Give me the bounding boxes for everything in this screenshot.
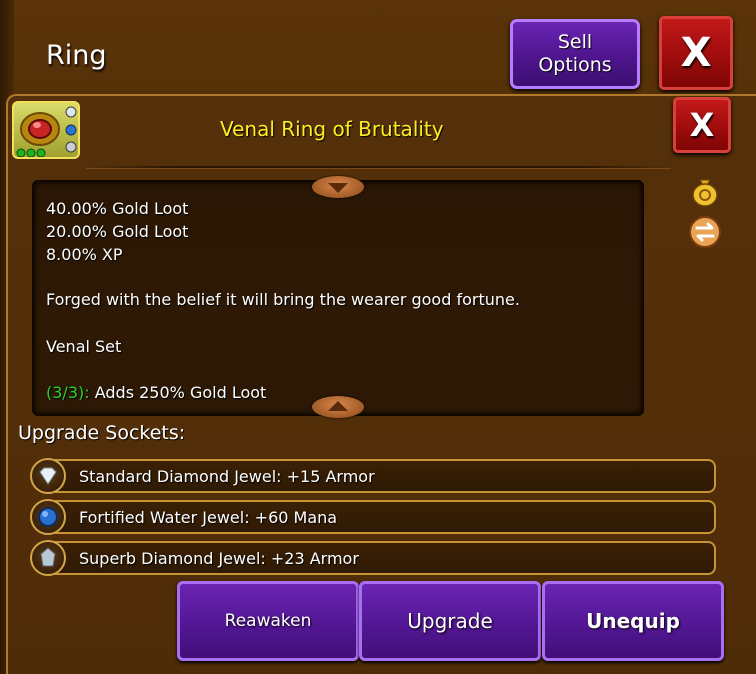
gold-bag-icon bbox=[692, 179, 718, 207]
close-icon: X bbox=[680, 30, 712, 76]
socket-label: Superb Diamond Jewel: +23 Armor bbox=[79, 549, 359, 568]
upgrade-sockets-label: Upgrade Sockets: bbox=[18, 422, 186, 444]
chevron-down-icon bbox=[328, 183, 348, 193]
scroll-up-tab[interactable] bbox=[312, 176, 364, 198]
ring-icon bbox=[16, 106, 77, 158]
water-jewel-icon bbox=[30, 499, 66, 535]
stat-line: 20.00% Gold Loot bbox=[46, 222, 189, 241]
diamond-jewel-icon bbox=[30, 458, 66, 494]
set-bonus-text: Adds 250% Gold Loot bbox=[89, 383, 267, 402]
reawaken-button[interactable]: Reawaken bbox=[177, 581, 359, 661]
ring-item-icon[interactable] bbox=[12, 101, 80, 159]
swap-icon bbox=[689, 216, 721, 248]
item-name: Venal Ring of Brutality bbox=[220, 117, 444, 141]
close-icon: X bbox=[689, 106, 715, 144]
stat-line: 8.00% XP bbox=[46, 245, 123, 264]
unequip-label: Unequip bbox=[586, 609, 680, 633]
gold-bag-button[interactable] bbox=[688, 174, 722, 208]
diamond-jewel-icon bbox=[30, 540, 66, 576]
close-screen-button[interactable]: X bbox=[659, 16, 733, 90]
swap-button[interactable] bbox=[688, 215, 722, 249]
set-name: Venal Set bbox=[46, 337, 122, 356]
stat-line: 40.00% Gold Loot bbox=[46, 199, 189, 218]
upgrade-button[interactable]: Upgrade bbox=[359, 581, 541, 661]
chevron-up-icon bbox=[328, 401, 348, 411]
socket-label: Standard Diamond Jewel: +15 Armor bbox=[79, 467, 375, 486]
set-bonus-count: (3/3): bbox=[46, 383, 90, 402]
socket-label: Fortified Water Jewel: +60 Mana bbox=[79, 508, 338, 527]
sell-options-button[interactable]: Sell Options bbox=[510, 19, 640, 89]
item-flavor-text: Forged with the belief it will bring the… bbox=[46, 290, 520, 309]
reawaken-label: Reawaken bbox=[224, 611, 312, 631]
upgrade-label: Upgrade bbox=[407, 609, 493, 633]
close-panel-button[interactable]: X bbox=[673, 97, 731, 153]
sell-options-label: Sell Options bbox=[538, 31, 612, 76]
header-divider bbox=[86, 166, 671, 168]
screen-title: Ring bbox=[46, 40, 107, 71]
scroll-down-tab[interactable] bbox=[312, 396, 364, 418]
unequip-button[interactable]: Unequip bbox=[542, 581, 724, 661]
set-bonus: (3/3): Adds 250% Gold Loot bbox=[46, 383, 266, 402]
